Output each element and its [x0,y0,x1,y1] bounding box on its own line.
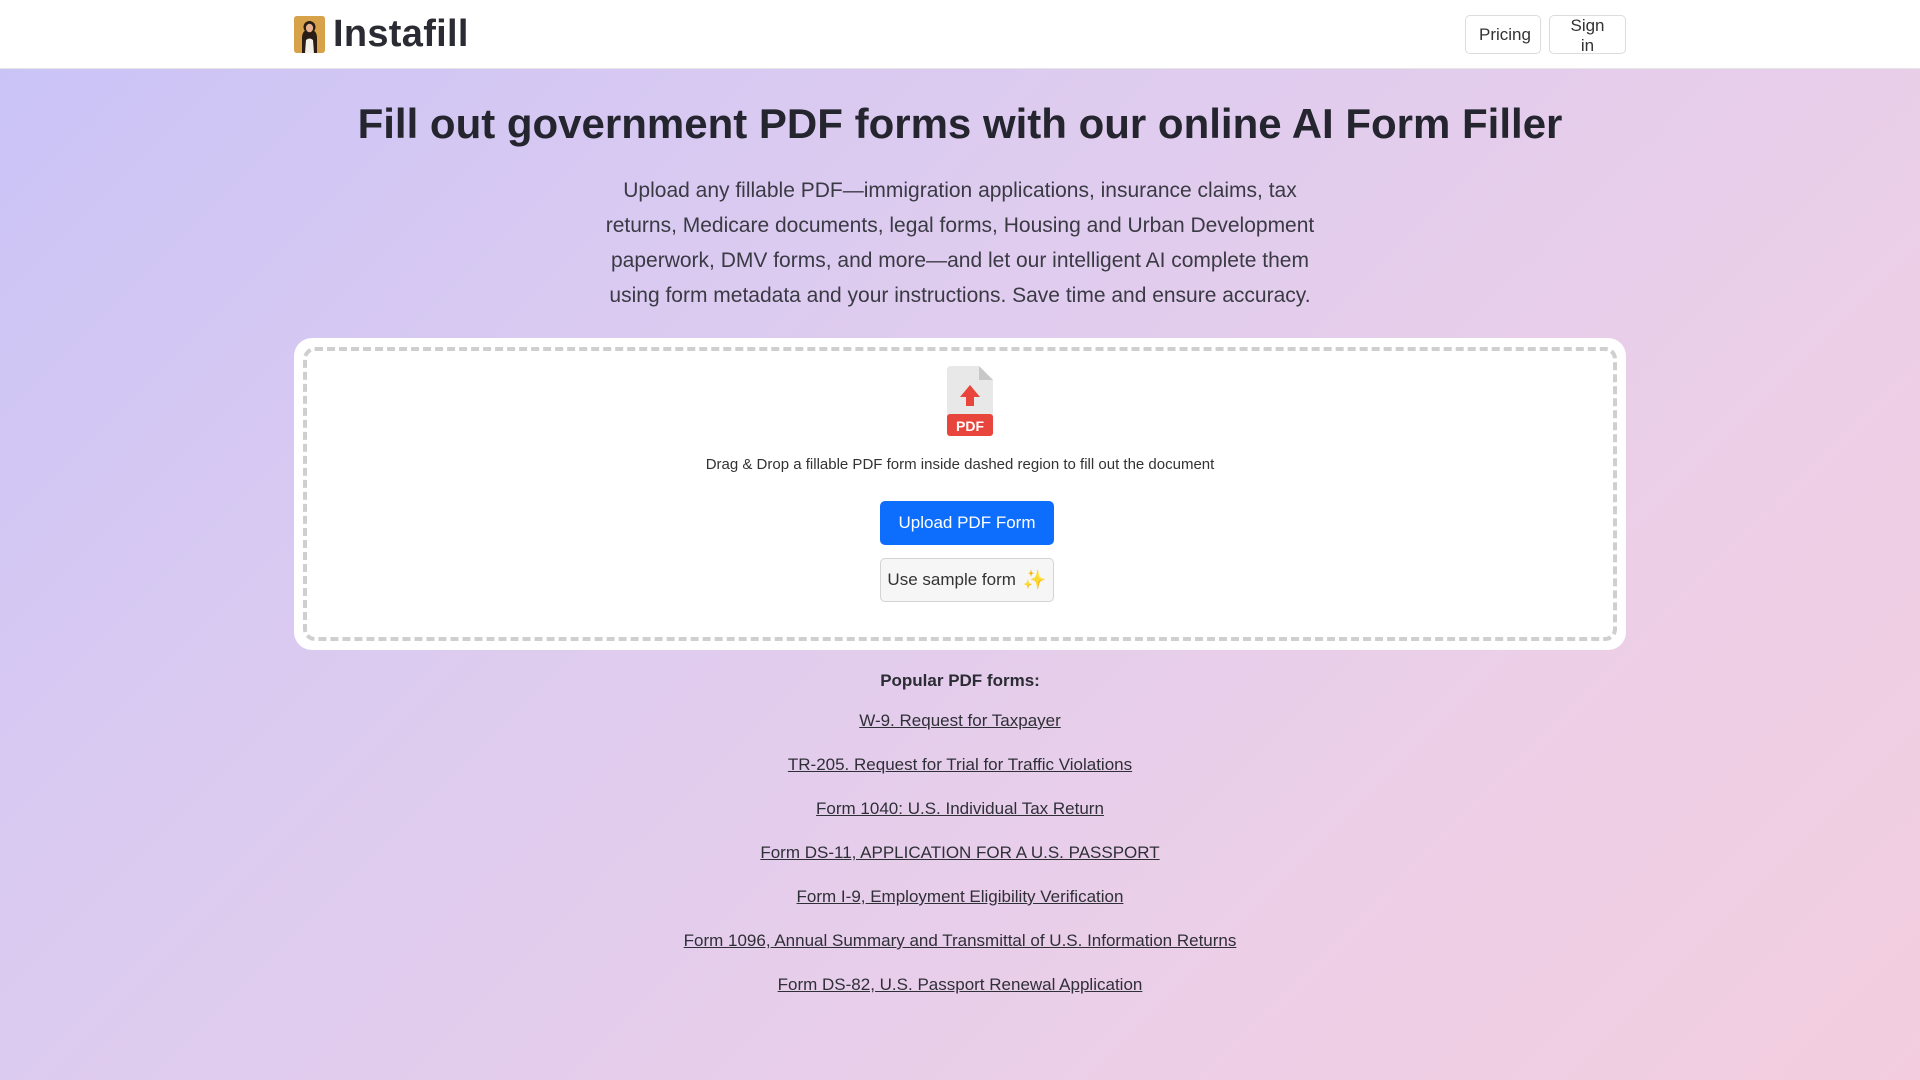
pricing-button[interactable]: Pricing [1465,15,1541,54]
popular-form-link-tr205[interactable]: TR-205. Request for Trial for Traffic Vi… [788,755,1132,774]
pdf-dropzone[interactable]: PDF Drag & Drop a fillable PDF form insi… [303,347,1617,641]
upload-pdf-button[interactable]: Upload PDF Form [880,501,1054,545]
list-item: TR-205. Request for Trial for Traffic Vi… [0,755,1920,799]
popular-form-link-1096[interactable]: Form 1096, Annual Summary and Transmitta… [684,931,1237,950]
popular-form-link-1040[interactable]: Form 1040: U.S. Individual Tax Return [816,799,1104,818]
dropzone-instructions: Drag & Drop a fillable PDF form inside d… [705,456,1215,473]
top-navbar: Instafill Pricing Sign in [0,0,1920,69]
popular-form-link-w9[interactable]: W-9. Request for Taxpayer [859,711,1061,730]
list-item: W-9. Request for Taxpayer [0,711,1920,755]
pdf-upload-icon: PDF [947,366,993,436]
brand-name: Instafill [333,12,469,55]
use-sample-form-button[interactable]: Use sample form ✨ [880,558,1054,602]
list-item: Form 1096, Annual Summary and Transmitta… [0,931,1920,975]
hero-title: Fill out government PDF forms with our o… [357,100,1563,147]
list-item: Form DS-11, APPLICATION FOR A U.S. PASSP… [0,843,1920,887]
brand-link[interactable]: Instafill [294,12,469,55]
list-item: Form I-9, Employment Eligibility Verific… [0,887,1920,931]
list-item: Form DS-82, U.S. Passport Renewal Applic… [0,975,1920,1019]
pdf-icon-label: PDF [956,418,984,434]
upload-card: PDF Drag & Drop a fillable PDF form insi… [294,338,1626,650]
sparkle-icon: ✨ [1022,569,1047,591]
sample-button-label: Use sample form [887,570,1016,589]
brand-logo-icon [294,15,325,53]
popular-form-link-i9[interactable]: Form I-9, Employment Eligibility Verific… [797,887,1124,906]
hero-description: Upload any fillable PDF—immigration appl… [605,179,1315,307]
popular-form-link-ds11[interactable]: Form DS-11, APPLICATION FOR A U.S. PASSP… [760,843,1159,862]
list-item: Form 1040: U.S. Individual Tax Return [0,799,1920,843]
sign-in-button[interactable]: Sign in [1549,15,1626,55]
popular-forms-heading: Popular PDF forms: [880,671,1040,690]
popular-forms-list: W-9. Request for Taxpayer TR-205. Reques… [0,711,1920,1019]
popular-form-link-ds82[interactable]: Form DS-82, U.S. Passport Renewal Applic… [778,975,1143,994]
